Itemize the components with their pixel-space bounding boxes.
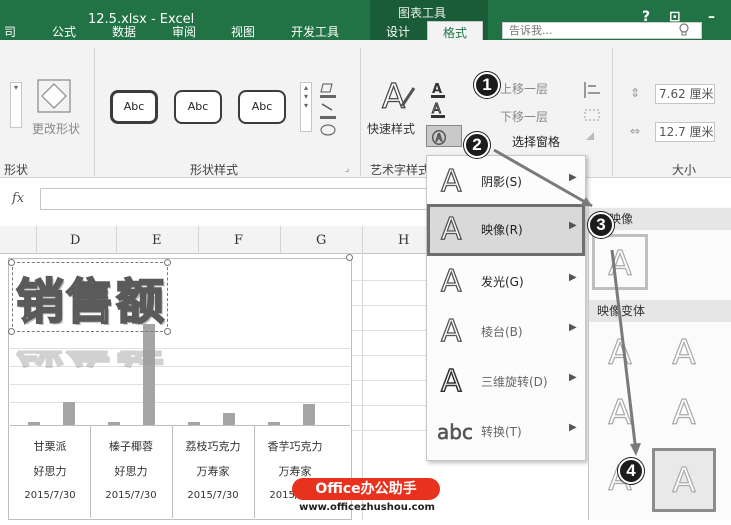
watermark-url: www.officezhushou.com — [299, 502, 435, 513]
callout-3: 3 — [588, 212, 614, 238]
callout-2: 2 — [464, 132, 490, 158]
guide-arrows — [493, 148, 641, 456]
callout-4: 4 — [618, 458, 644, 484]
watermark-brand: Office办公助手 — [315, 481, 417, 497]
callout-1: 1 — [474, 72, 500, 98]
